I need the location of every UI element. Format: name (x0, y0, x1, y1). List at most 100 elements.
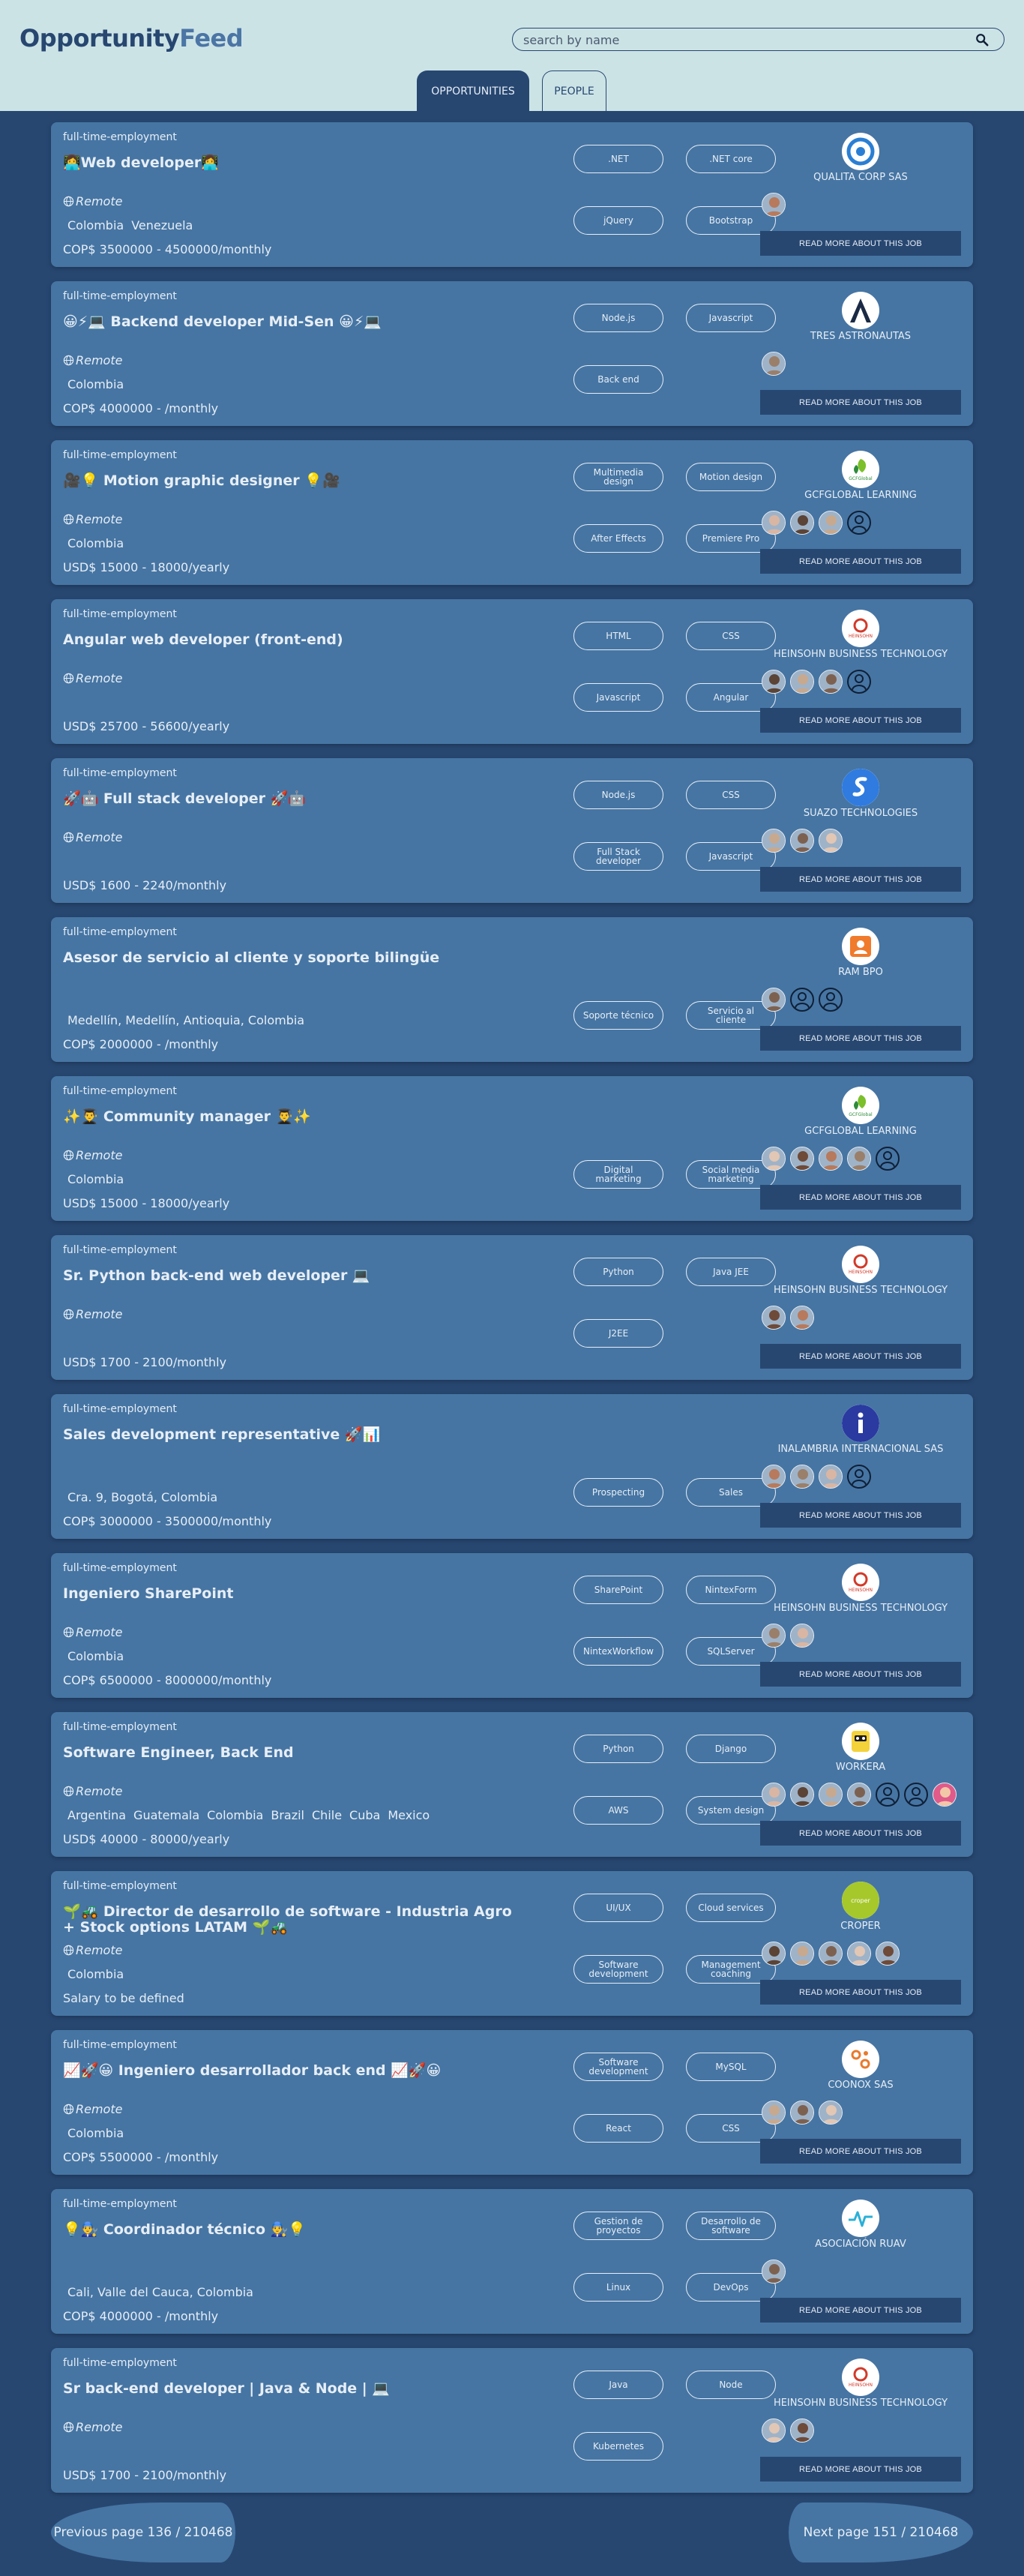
job-title[interactable]: 🌱🚜 Director de desarrollo de software - … (63, 1904, 513, 1936)
read-more-button[interactable]: READ MORE ABOUT THIS JOB (760, 231, 961, 256)
avatar[interactable] (762, 1465, 786, 1489)
company-name[interactable]: RAM BPO (771, 967, 951, 978)
job-title[interactable]: 🎥💡 Motion graphic designer 💡🎥 (63, 473, 513, 489)
avatar[interactable] (762, 2101, 786, 2125)
user-placeholder-icon[interactable] (876, 1783, 900, 1807)
user-placeholder-icon[interactable] (790, 988, 814, 1012)
avatar[interactable] (762, 352, 786, 376)
skill-tag[interactable]: After Effects (573, 524, 663, 553)
avatar[interactable] (790, 511, 814, 535)
avatar[interactable] (790, 829, 814, 853)
avatar[interactable] (762, 2419, 786, 2443)
skill-tag[interactable]: Desarrollo de software (686, 2212, 776, 2240)
job-title[interactable]: 👩‍💻Web developer👩‍💻 (63, 155, 513, 171)
avatar[interactable] (819, 829, 843, 853)
astronautas-logo-icon[interactable] (842, 292, 879, 329)
skill-tag[interactable]: Linux (573, 2273, 663, 2302)
next-page-button[interactable]: Next page 151 / 210468 (789, 2503, 973, 2563)
heinsohn-logo-icon[interactable]: HEINSOHN (842, 1564, 879, 1601)
company-name[interactable]: HEINSOHN BUSINESS TECHNOLOGY (771, 2398, 951, 2409)
ruav-logo-icon[interactable] (842, 2200, 879, 2237)
skill-tag[interactable]: Java JEE (686, 1258, 776, 1286)
job-title[interactable]: 📈🚀😀 Ingeniero desarrollador back end 📈🚀😀 (63, 2063, 513, 2079)
skill-tag[interactable]: AWS (573, 1796, 663, 1825)
skill-tag[interactable]: Java (573, 2371, 663, 2399)
skill-tag[interactable]: Node.js (573, 781, 663, 809)
company-name[interactable]: TRES ASTRONAUTAS (771, 331, 951, 342)
avatar[interactable] (762, 2260, 786, 2284)
suazo-logo-icon[interactable] (842, 769, 879, 806)
skill-tag[interactable]: jQuery (573, 206, 663, 235)
avatar[interactable] (762, 670, 786, 694)
avatar[interactable] (762, 829, 786, 853)
avatar[interactable] (819, 670, 843, 694)
avatar[interactable] (876, 1942, 900, 1966)
job-title[interactable]: Angular web developer (front-end) (63, 632, 513, 648)
heinsohn-logo-icon[interactable]: HEINSOHN (842, 2359, 879, 2396)
user-placeholder-icon[interactable] (847, 1465, 871, 1489)
skill-tag[interactable]: MySQL (686, 2053, 776, 2081)
company-name[interactable]: INALAMBRIA INTERNACIONAL SAS (771, 1444, 951, 1455)
user-placeholder-icon[interactable] (847, 670, 871, 694)
avatar[interactable] (762, 1624, 786, 1648)
qualita-logo-icon[interactable] (842, 133, 879, 170)
company-name[interactable]: HEINSOHN BUSINESS TECHNOLOGY (771, 1285, 951, 1296)
tab-people[interactable]: PEOPLE (542, 70, 606, 111)
skill-tag[interactable]: Django (686, 1735, 776, 1763)
job-title[interactable]: 💡👨‍🔧 Coordinador técnico 👨‍🔧💡 (63, 2222, 513, 2238)
skill-tag[interactable]: Digital marketing (573, 1160, 663, 1189)
skill-tag[interactable]: Javascript (573, 683, 663, 712)
heinsohn-logo-icon[interactable]: HEINSOHN (842, 610, 879, 647)
skill-tag[interactable]: Node.js (573, 304, 663, 332)
avatar[interactable] (762, 1306, 786, 1330)
read-more-button[interactable]: READ MORE ABOUT THIS JOB (760, 2139, 961, 2164)
company-name[interactable]: ASOCIACIÓN RUAV (771, 2239, 951, 2250)
user-placeholder-icon[interactable] (876, 1147, 900, 1171)
coonox-logo-icon[interactable] (842, 2041, 879, 2078)
avatar[interactable] (847, 1783, 871, 1807)
workera-logo-icon[interactable] (842, 1723, 879, 1760)
avatar[interactable] (762, 1147, 786, 1171)
skill-tag[interactable]: Back end (573, 365, 663, 394)
skill-tag[interactable]: Soporte técnico (573, 1001, 663, 1030)
read-more-button[interactable]: READ MORE ABOUT THIS JOB (760, 1503, 961, 1528)
read-more-button[interactable]: READ MORE ABOUT THIS JOB (760, 708, 961, 733)
company-name[interactable]: QUALITA CORP SAS (771, 172, 951, 183)
read-more-button[interactable]: READ MORE ABOUT THIS JOB (760, 1026, 961, 1051)
avatar[interactable] (819, 511, 843, 535)
job-title[interactable]: Sr. Python back-end web developer 💻 (63, 1268, 513, 1284)
avatar[interactable] (790, 2101, 814, 2125)
skill-tag[interactable]: Prospecting (573, 1478, 663, 1507)
croper-logo-icon[interactable]: croper (842, 1882, 879, 1919)
skill-tag[interactable]: Javascript (686, 304, 776, 332)
skill-tag[interactable]: Cloud services (686, 1894, 776, 1922)
skill-tag[interactable]: Software development (573, 2053, 663, 2081)
user-placeholder-icon[interactable] (847, 511, 871, 535)
company-name[interactable]: GCFGLOBAL LEARNING (771, 490, 951, 501)
skill-tag[interactable]: Kubernetes (573, 2432, 663, 2461)
gcfglobal-logo-icon[interactable]: GCFGlobal (842, 451, 879, 488)
avatar[interactable] (762, 511, 786, 535)
read-more-button[interactable]: READ MORE ABOUT THIS JOB (760, 1662, 961, 1687)
read-more-button[interactable]: READ MORE ABOUT THIS JOB (760, 1980, 961, 2005)
skill-tag[interactable]: .NET (573, 145, 663, 173)
job-title[interactable]: 😀⚡💻 Backend developer Mid-Sen 😀⚡💻 (63, 314, 513, 330)
previous-page-button[interactable]: Previous page 136 / 210468 (51, 2503, 235, 2563)
skill-tag[interactable]: Python (573, 1735, 663, 1763)
inalambria-logo-icon[interactable] (842, 1405, 879, 1442)
skill-tag[interactable]: CSS (686, 622, 776, 650)
company-name[interactable]: WORKERA (771, 1762, 951, 1773)
skill-tag[interactable]: NintexForm (686, 1576, 776, 1604)
skill-tag[interactable]: Python (573, 1258, 663, 1286)
read-more-button[interactable]: READ MORE ABOUT THIS JOB (760, 1821, 961, 1846)
read-more-button[interactable]: READ MORE ABOUT THIS JOB (760, 1344, 961, 1369)
skill-tag[interactable]: React (573, 2114, 663, 2143)
skill-tag[interactable]: CSS (686, 781, 776, 809)
company-name[interactable]: HEINSOHN BUSINESS TECHNOLOGY (771, 649, 951, 660)
avatar[interactable] (762, 1942, 786, 1966)
skill-tag[interactable]: SharePoint (573, 1576, 663, 1604)
skill-tag[interactable]: NintexWorkflow (573, 1637, 663, 1666)
job-title[interactable]: Ingeniero SharePoint (63, 1586, 513, 1602)
job-title[interactable]: Sr back-end developer | Java & Node | 💻 (63, 2381, 513, 2397)
heinsohn-logo-icon[interactable]: HEINSOHN (842, 1246, 879, 1283)
